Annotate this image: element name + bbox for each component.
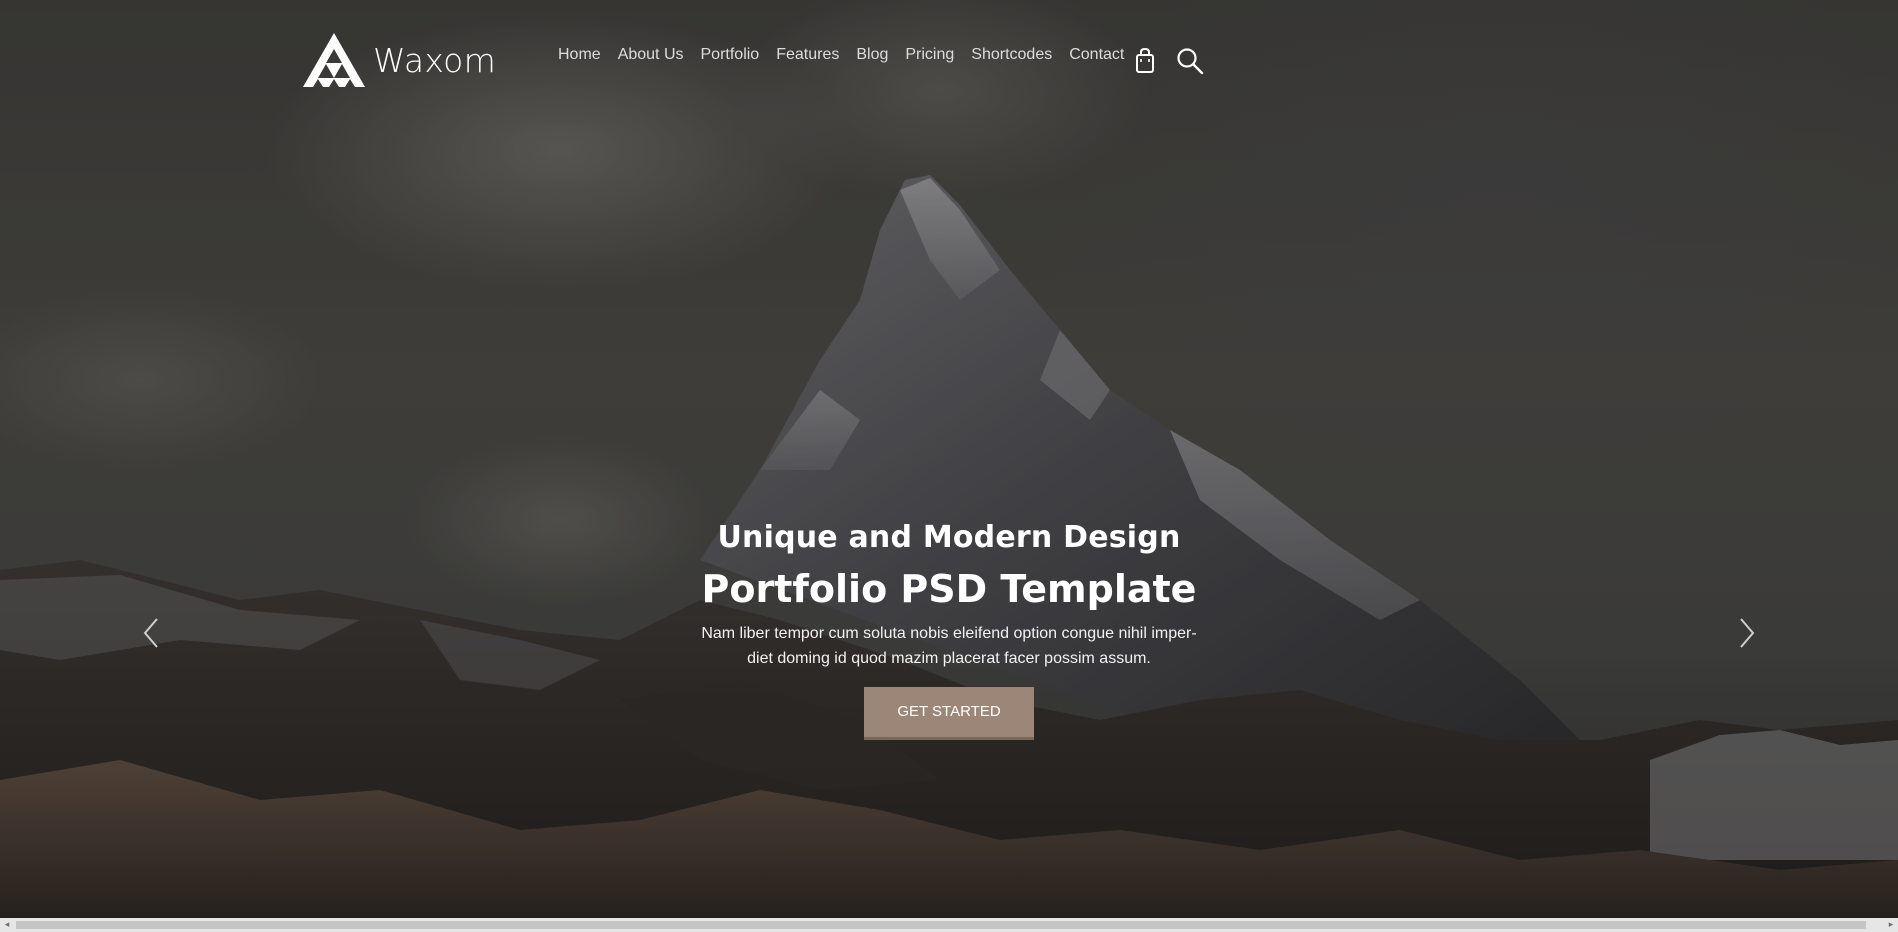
search-icon[interactable] xyxy=(1176,47,1204,75)
hero-description: Nam liber tempor cum soluta nobis eleife… xyxy=(701,625,1197,667)
hero-content: Unique and Modern Design Portfolio PSD T… xyxy=(0,520,1898,740)
scroll-thumb[interactable] xyxy=(16,921,1866,929)
shopping-bag-icon[interactable] xyxy=(1134,48,1156,74)
hero-slider: Waxom Home About Us Portfolio Features B… xyxy=(0,0,1898,918)
brand-name: Waxom xyxy=(373,40,497,80)
hero-title: Portfolio PSD Template xyxy=(701,567,1197,611)
nav-item-about-us[interactable]: About Us xyxy=(618,46,684,64)
site-header: Waxom Home About Us Portfolio Features B… xyxy=(0,0,1898,120)
scroll-left-arrow[interactable]: ◂ xyxy=(0,918,14,932)
horizontal-scrollbar[interactable]: ◂ ▸ xyxy=(0,918,1898,932)
hero-subtitle: Unique and Modern Design xyxy=(717,520,1181,555)
main-nav: Home About Us Portfolio Features Blog Pr… xyxy=(558,46,1141,64)
nav-item-contact[interactable]: Contact xyxy=(1069,46,1124,64)
triangle-logo-icon xyxy=(303,33,365,87)
nav-item-home[interactable]: Home xyxy=(558,46,601,64)
nav-item-features[interactable]: Features xyxy=(776,46,839,64)
nav-item-blog[interactable]: Blog xyxy=(856,46,888,64)
dark-overlay xyxy=(0,0,1898,918)
logo[interactable]: Waxom xyxy=(301,31,496,89)
get-started-button[interactable]: GET STARTED xyxy=(864,687,1034,740)
nav-item-pricing[interactable]: Pricing xyxy=(905,46,954,64)
nav-item-shortcodes[interactable]: Shortcodes xyxy=(971,46,1052,64)
scroll-right-arrow[interactable]: ▸ xyxy=(1884,918,1898,932)
nav-item-portfolio[interactable]: Portfolio xyxy=(701,46,760,64)
